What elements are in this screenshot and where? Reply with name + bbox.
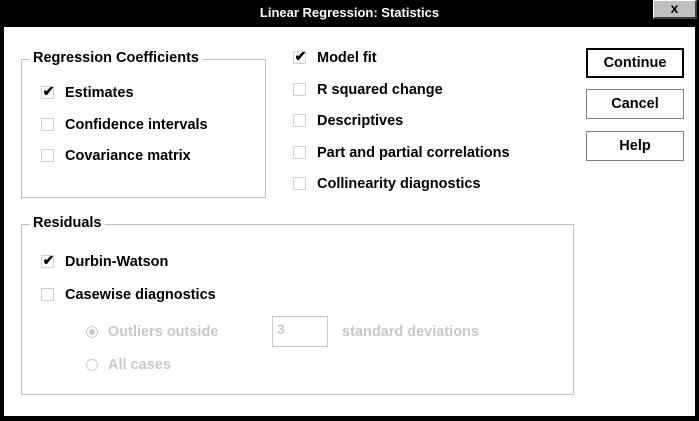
window-title: Linear Regression: Statistics xyxy=(0,0,699,26)
dialog-body: Regression Coefficients ✔ Estimates Conf… xyxy=(4,27,695,416)
collinearity-diagnostics-checkbox[interactable] xyxy=(293,177,306,190)
casewise-diagnostics-checkbox[interactable] xyxy=(41,288,54,301)
outliers-outside-label: Outliers outside xyxy=(108,324,219,340)
covariance-matrix-checkbox[interactable] xyxy=(41,149,54,162)
model-fit-checkbox[interactable]: ✔ xyxy=(293,48,307,64)
help-button[interactable]: Help xyxy=(586,131,684,161)
estimates-label: Estimates xyxy=(65,85,134,101)
check-mark-icon: ✔ xyxy=(294,48,307,64)
r-squared-change-checkbox[interactable] xyxy=(293,83,306,96)
residuals-group: Residuals xyxy=(21,215,574,395)
descriptives-checkbox[interactable] xyxy=(293,114,306,127)
all-cases-label: All cases xyxy=(108,357,171,373)
estimates-checkbox[interactable]: ✔ xyxy=(41,83,55,99)
model-fit-label: Model fit xyxy=(317,50,377,66)
confidence-intervals-label: Confidence intervals xyxy=(65,117,208,133)
part-partial-correlations-checkbox[interactable] xyxy=(293,146,306,159)
outliers-outside-radio[interactable] xyxy=(86,326,98,338)
collinearity-diagnostics-label: Collinearity diagnostics xyxy=(317,176,481,192)
regression-statistics-dialog: Linear Regression: Statistics x Regressi… xyxy=(0,0,699,421)
close-button[interactable]: x xyxy=(653,0,697,19)
descriptives-label: Descriptives xyxy=(317,113,404,129)
part-partial-correlations-label: Part and partial correlations xyxy=(317,145,510,161)
casewise-diagnostics-label: Casewise diagnostics xyxy=(65,287,216,303)
confidence-intervals-checkbox[interactable] xyxy=(41,118,54,131)
r-squared-change-label: R squared change xyxy=(317,82,443,98)
check-mark-icon: ✔ xyxy=(42,83,55,99)
continue-button[interactable]: Continue xyxy=(586,48,684,78)
all-cases-radio[interactable] xyxy=(86,359,98,371)
covariance-matrix-label: Covariance matrix xyxy=(65,148,191,164)
durbin-watson-checkbox[interactable]: ✔ xyxy=(41,252,55,268)
residuals-title: Residuals xyxy=(30,215,105,231)
radio-selected-dot xyxy=(89,329,95,335)
standard-deviations-label: standard deviations xyxy=(342,324,479,340)
cancel-button[interactable]: Cancel xyxy=(586,89,684,119)
outliers-threshold-input[interactable]: 3 xyxy=(272,316,328,347)
durbin-watson-label: Durbin-Watson xyxy=(65,254,169,270)
regression-coefficients-title: Regression Coefficients xyxy=(30,50,202,66)
check-mark-icon: ✔ xyxy=(42,252,55,268)
